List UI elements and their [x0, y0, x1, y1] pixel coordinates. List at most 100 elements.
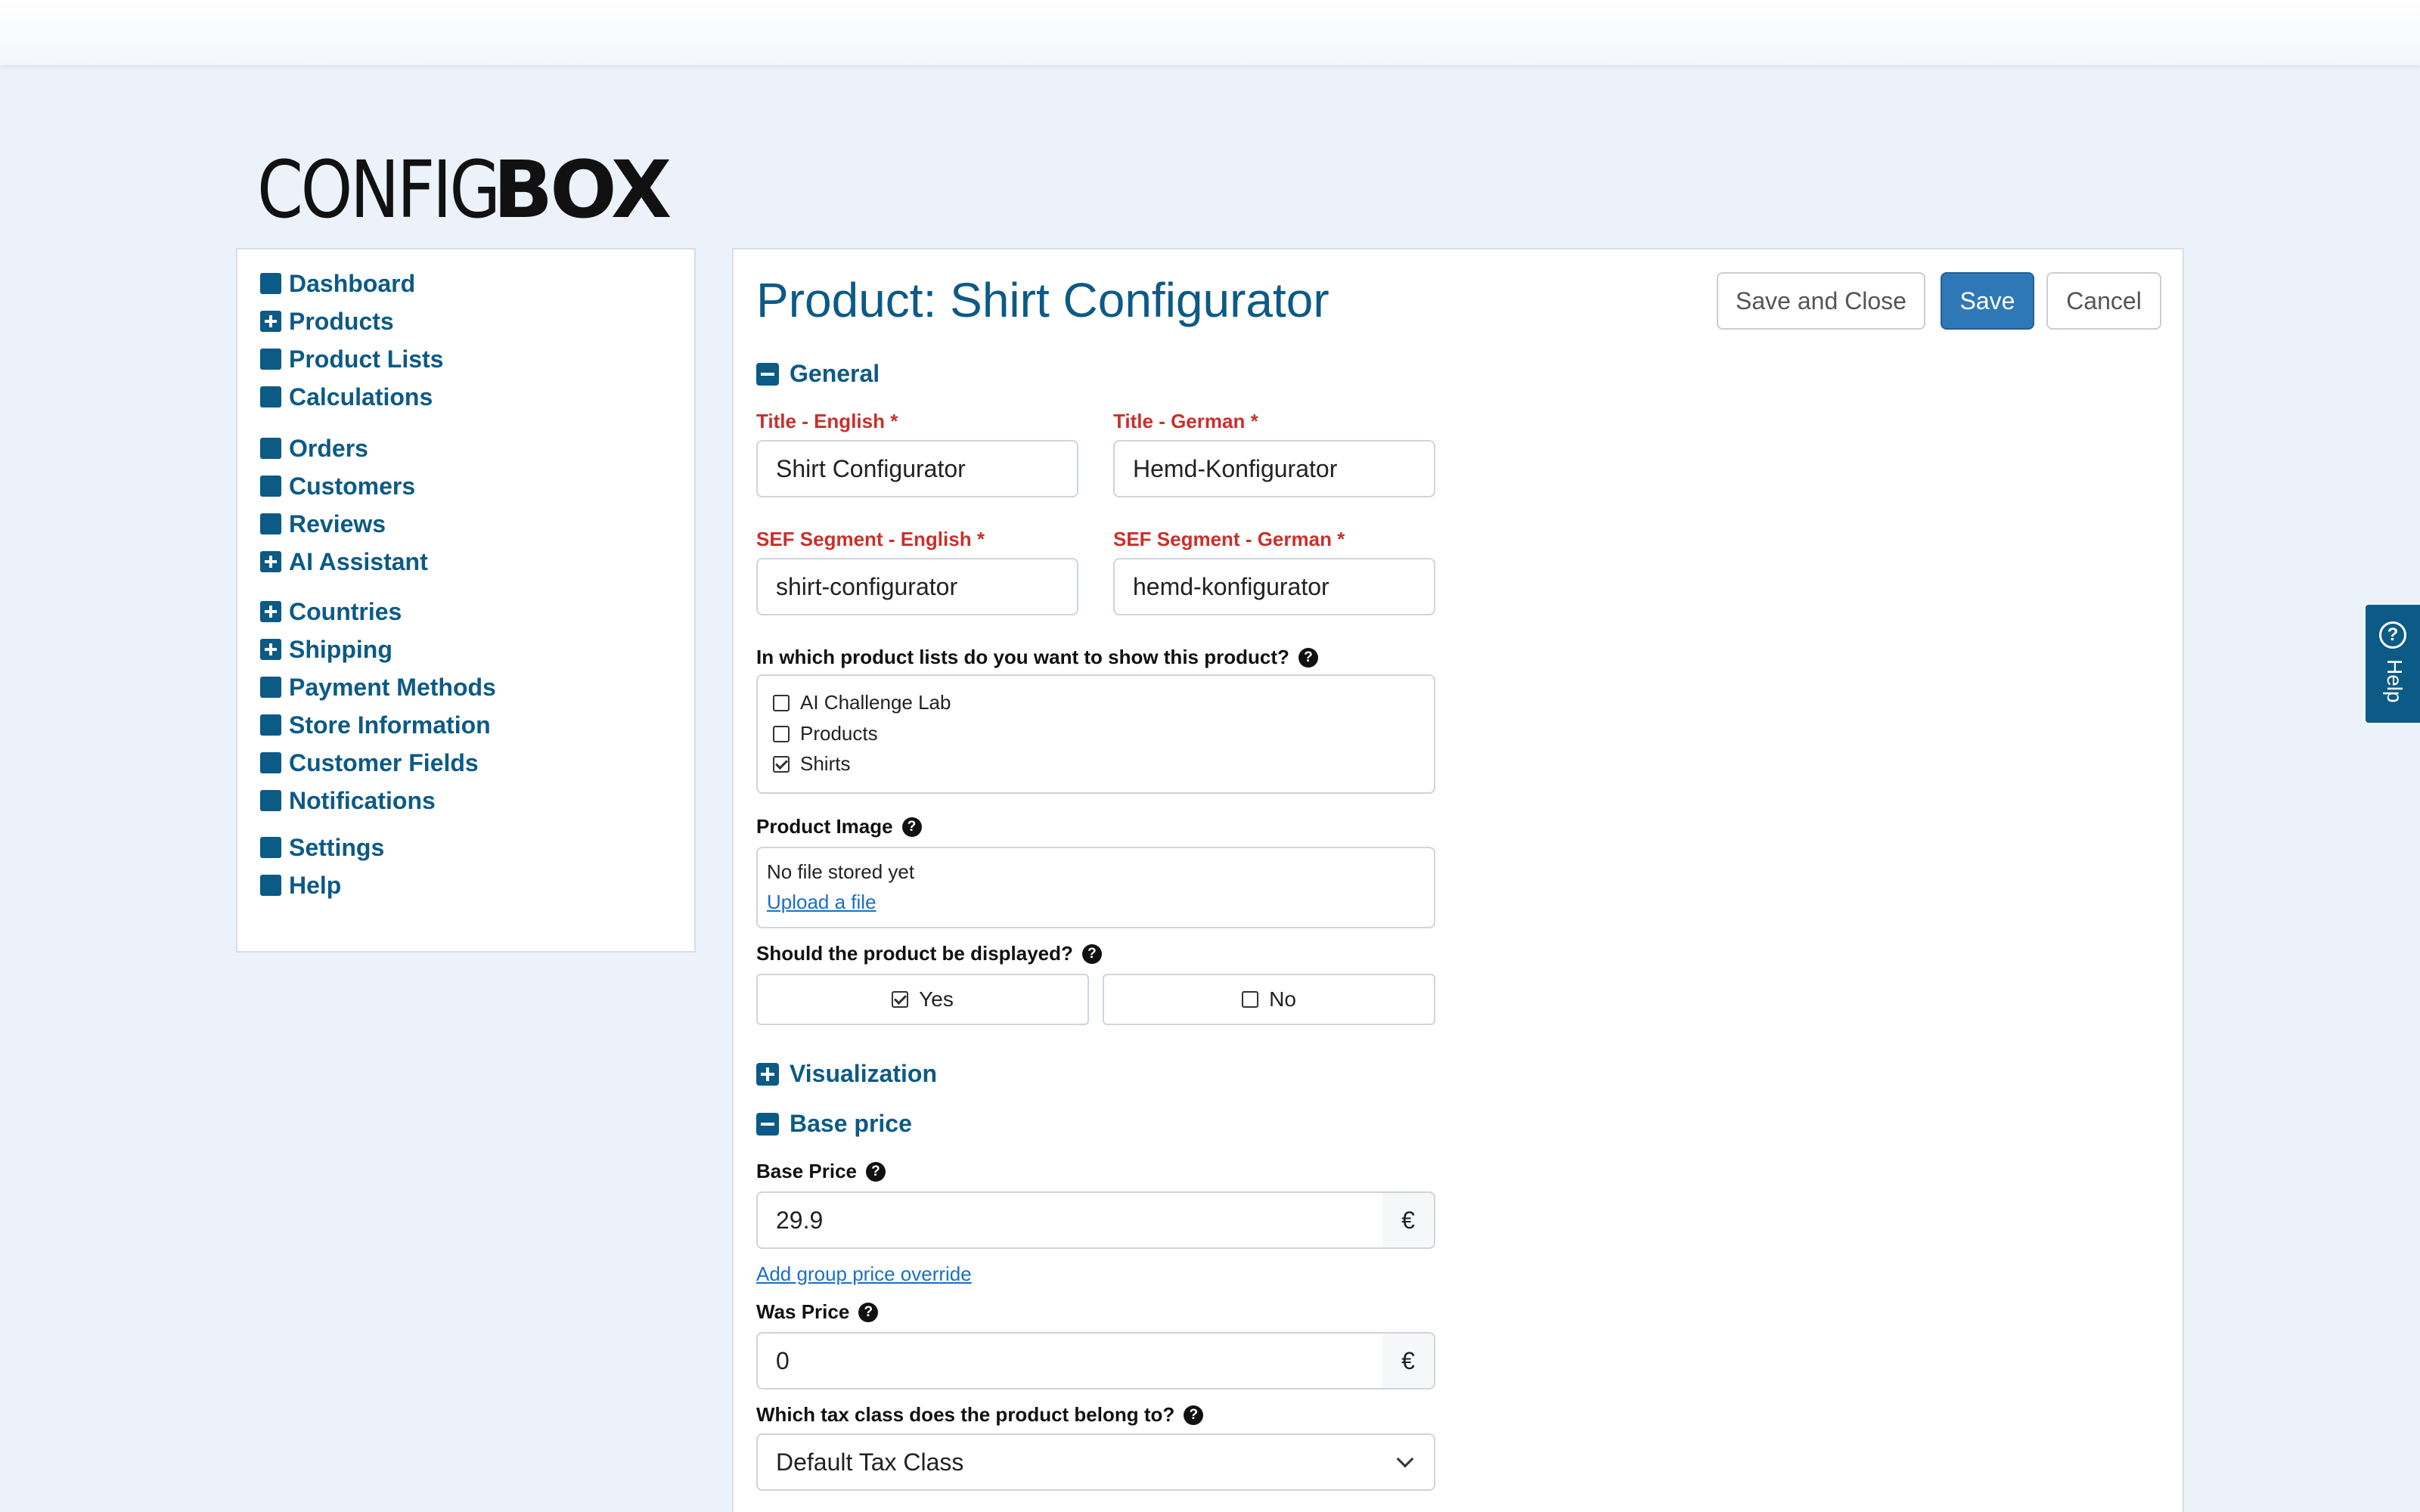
sidebar-item-notifications[interactable]: Notifications: [260, 782, 496, 820]
checkbox-checked-icon[interactable]: [773, 755, 790, 773]
checkbox-icon[interactable]: [773, 725, 790, 742]
sef-german-label: SEF Segment - German *: [1113, 528, 1345, 550]
sidebar-item-shipping[interactable]: Shipping: [260, 631, 496, 668]
tax-class-label-text: Which tax class does the product belong …: [756, 1403, 1175, 1426]
display-yes-option[interactable]: Yes: [756, 974, 1089, 1025]
sidebar-item-store-information[interactable]: Store Information: [260, 706, 496, 744]
was-price-input[interactable]: 0: [756, 1332, 1384, 1390]
sidebar-item-label: Calculations: [289, 383, 433, 411]
minus-square-icon: [756, 1112, 779, 1136]
help-tab[interactable]: ? Help: [2366, 605, 2420, 723]
sidebar-item-countries[interactable]: Countries: [260, 593, 496, 631]
product-lists-label: In which product lists do you want to sh…: [756, 646, 1318, 669]
square-icon: [260, 386, 281, 407]
was-price-label: Was Price ?: [756, 1300, 879, 1324]
sidebar-item-reviews[interactable]: Reviews: [260, 505, 428, 543]
product-image-label: Product Image ?: [756, 815, 922, 838]
section-base-price-toggle[interactable]: Base price: [756, 1110, 912, 1138]
display-yes-label: Yes: [919, 987, 954, 1011]
sidebar-item-label: Settings: [289, 833, 385, 861]
question-icon[interactable]: ?: [1298, 647, 1318, 668]
square-icon: [260, 714, 281, 736]
checkbox-checked-icon: [892, 991, 909, 1008]
checkbox-icon[interactable]: [773, 694, 790, 711]
title-english-input[interactable]: Shirt Configurator: [756, 440, 1078, 497]
square-icon: [260, 677, 281, 698]
product-list-option[interactable]: Products: [773, 722, 878, 745]
question-icon[interactable]: ?: [1184, 1405, 1204, 1425]
logo-bold-text: BOX: [493, 144, 672, 236]
display-label: Should the product be displayed? ?: [756, 942, 1102, 965]
square-icon: [260, 273, 281, 294]
save-button[interactable]: Save: [1941, 272, 2034, 330]
currency-addon: €: [1382, 1332, 1435, 1390]
product-list-option-label: AI Challenge Lab: [800, 691, 951, 714]
section-general-toggle[interactable]: General: [756, 360, 880, 388]
section-visualization-toggle[interactable]: Visualization: [756, 1060, 937, 1088]
sidebar-item-payment-methods[interactable]: Payment Methods: [260, 668, 496, 706]
product-edit-panel: Product: Shirt Configurator Save and Clo…: [732, 248, 2184, 1512]
display-label-text: Should the product be displayed?: [756, 942, 1073, 965]
currency-addon: €: [1382, 1191, 1435, 1249]
plus-square-icon: [260, 551, 281, 572]
product-list-option-label: Products: [800, 722, 878, 745]
section-title: Base price: [790, 1110, 912, 1137]
sidebar-item-label: Customer Fields: [289, 748, 479, 776]
image-status-text: No file stored yet: [767, 860, 915, 883]
square-icon: [260, 790, 281, 811]
sidebar-item-label: Shipping: [289, 635, 392, 663]
question-circle-icon: ?: [2379, 621, 2406, 649]
sidebar-item-dashboard[interactable]: Dashboard: [260, 265, 443, 302]
page-title: Product: Shirt Configurator: [756, 273, 1329, 327]
base-price-input[interactable]: 29.9: [756, 1191, 1384, 1249]
add-group-price-override-link[interactable]: Add group price override: [756, 1263, 972, 1286]
sidebar-item-help[interactable]: Help: [260, 866, 384, 904]
product-list-option[interactable]: Shirts: [773, 752, 850, 776]
question-icon[interactable]: ?: [1081, 943, 1102, 964]
product-list-option[interactable]: AI Challenge Lab: [773, 691, 951, 714]
title-german-input[interactable]: Hemd-Konfigurator: [1113, 440, 1435, 497]
question-icon[interactable]: ?: [858, 1302, 879, 1322]
sef-english-input[interactable]: shirt-configurator: [756, 558, 1078, 615]
upload-file-link[interactable]: Upload a file: [767, 891, 876, 914]
base-price-label-text: Base Price: [756, 1160, 857, 1182]
nav-group-system: Settings Help: [260, 829, 384, 904]
nav-group-store: Countries Shipping Payment Methods Store…: [260, 593, 496, 820]
product-lists-box: AI Challenge Lab Products Shirts: [756, 674, 1435, 794]
nav-group-catalog: Dashboard Products Product Lists Calcula…: [260, 265, 443, 416]
product-list-option-label: Shirts: [800, 752, 851, 775]
tax-class-select[interactable]: Default Tax Class: [756, 1433, 1435, 1491]
square-icon: [260, 513, 281, 534]
checkbox-icon: [1242, 991, 1259, 1008]
display-no-option[interactable]: No: [1103, 974, 1435, 1025]
sidebar-item-product-lists[interactable]: Product Lists: [260, 340, 443, 378]
sidebar-item-ai-assistant[interactable]: AI Assistant: [260, 543, 428, 581]
sidebar-item-label: Notifications: [289, 786, 436, 814]
sidebar-item-label: Store Information: [289, 711, 491, 739]
question-icon[interactable]: ?: [865, 1161, 886, 1182]
plus-square-icon: [260, 311, 281, 332]
sidebar-item-customers[interactable]: Customers: [260, 467, 428, 505]
sidebar-item-orders[interactable]: Orders: [260, 429, 428, 467]
sidebar-item-label: Dashboard: [289, 269, 416, 297]
sidebar-item-label: Products: [289, 307, 394, 335]
section-title: Visualization: [790, 1060, 938, 1087]
sidebar-item-label: Reviews: [289, 510, 386, 538]
sef-german-input[interactable]: hemd-konfigurator: [1113, 558, 1435, 615]
sidebar-item-label: Orders: [289, 434, 368, 462]
sidebar-item-products[interactable]: Products: [260, 302, 443, 340]
sidebar-item-label: Customers: [289, 472, 416, 500]
save-and-close-button[interactable]: Save and Close: [1717, 272, 1925, 330]
square-icon: [260, 438, 281, 459]
title-english-label: Title - English *: [756, 410, 898, 432]
was-price-label-text: Was Price: [756, 1300, 850, 1323]
question-icon[interactable]: ?: [901, 816, 922, 837]
sidebar-item-customer-fields[interactable]: Customer Fields: [260, 744, 496, 782]
cancel-button[interactable]: Cancel: [2046, 272, 2161, 330]
sidebar-item-label: Payment Methods: [289, 673, 496, 701]
sidebar-item-settings[interactable]: Settings: [260, 829, 384, 866]
sidebar: Dashboard Products Product Lists Calcula…: [236, 248, 696, 953]
sidebar-item-calculations[interactable]: Calculations: [260, 378, 443, 416]
square-icon: [260, 476, 281, 497]
sidebar-item-label: AI Assistant: [289, 547, 428, 575]
